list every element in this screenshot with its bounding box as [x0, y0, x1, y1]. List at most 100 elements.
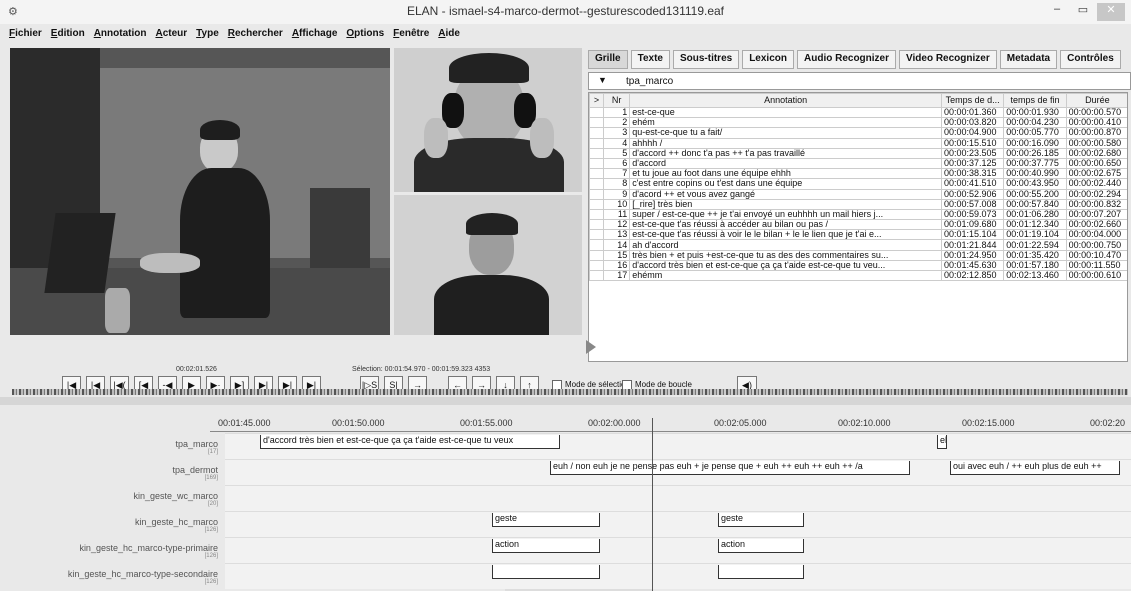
grid-cell-annotation[interactable]: est-ce-que t'as réussi à accéder au bila… — [629, 219, 942, 231]
tier-lane[interactable] — [225, 563, 1131, 589]
tier-label[interactable]: tpa_dermot [169] — [10, 465, 218, 481]
video-top-right[interactable] — [394, 48, 582, 192]
annotation-marco1[interactable]: d'accord très bien et est-ce-que ça ça t… — [260, 435, 560, 449]
grid-cell-nr[interactable]: 4 — [603, 137, 631, 149]
grid-cell-duration[interactable]: 00:00:02.294 — [1065, 188, 1127, 200]
grid-cell-duration[interactable]: 00:00:00.750 — [1065, 239, 1127, 251]
grid-cell-annotation[interactable]: ehém — [629, 117, 942, 129]
grid-cell-annotation[interactable]: qu-est-ce-que tu a fait/ — [629, 127, 942, 139]
grid-cell-annotation[interactable]: super / est-ce-que ++ je t'ai envoyé un … — [629, 208, 942, 221]
grid-cell-annotation[interactable]: [_rire] très bien — [629, 198, 942, 210]
tab-texte[interactable]: Texte — [630, 50, 670, 69]
grid-cell-duration[interactable]: 00:00:00.570 — [1065, 106, 1127, 119]
grid-row[interactable]: 17 ehémm 00:02:12.850 00:02:13.460 00:00:00.… — [589, 269, 1127, 282]
grid-cell-marker[interactable] — [589, 117, 605, 129]
grid-row[interactable]: 11 super / est-ce-que ++ je t'ai envoyé u… — [589, 208, 1127, 221]
grid-cell-nr[interactable]: 8 — [603, 178, 631, 190]
video-main[interactable] — [10, 48, 390, 335]
grid-header-start[interactable]: Temps de d... — [940, 93, 1005, 108]
grid-cell-nr[interactable]: 5 — [603, 147, 631, 159]
grid-row[interactable]: 2 ehém 00:00:03.820 00:00:04.230 00:00:00.41… — [589, 117, 1127, 129]
grid-cell-start[interactable]: 00:00:57.008 — [940, 198, 1005, 210]
grid-cell-annotation[interactable]: d'accord ++ donc t'a pas ++ t'a pas trav… — [629, 147, 942, 159]
grid-cell-annotation[interactable]: très bien + et puis +est-ce-que tu as de… — [629, 249, 942, 261]
grid-cell-end[interactable]: 00:01:57.180 — [1003, 259, 1067, 272]
grid-cell-start[interactable]: 00:01:21.844 — [940, 239, 1005, 251]
grid-row[interactable]: 5 d'accord ++ donc t'a pas ++ t'a pas tra… — [589, 147, 1127, 159]
grid-cell-duration[interactable]: 00:00:00.580 — [1065, 137, 1127, 149]
grid-cell-nr[interactable]: 10 — [603, 198, 631, 210]
grid-cell-end[interactable]: 00:00:55.200 — [1003, 188, 1067, 200]
grid-row[interactable]: 14 ah d'accord 00:01:21.844 00:01:22.594 00:… — [589, 239, 1127, 251]
grid-cell-annotation[interactable]: ah d'accord — [629, 239, 942, 251]
grid-cell-end[interactable]: 00:00:01.930 — [1003, 106, 1067, 119]
grid-cell-marker[interactable] — [589, 229, 605, 241]
grid-cell-annotation[interactable]: est-ce-que — [629, 106, 942, 119]
grid-cell-marker[interactable] — [589, 157, 605, 170]
grid-cell-nr[interactable]: 16 — [603, 259, 631, 272]
grid-row[interactable]: 7 et tu joue au foot dans une équipe ehhh… — [589, 168, 1127, 180]
grid-cell-end[interactable]: 00:01:35.420 — [1003, 249, 1067, 261]
grid-cell-end[interactable]: 00:00:40.990 — [1003, 168, 1067, 180]
grid-cell-annotation[interactable]: ehémm — [629, 269, 942, 282]
annotation-dermot2[interactable]: oui avec euh / ++ euh plus de euh ++ — [950, 461, 1120, 475]
grid-cell-marker[interactable] — [589, 208, 605, 221]
grid-cell-start[interactable]: 00:00:23.505 — [940, 147, 1005, 159]
menu-type[interactable]: Type — [196, 28, 219, 39]
tier-label[interactable]: tpa_marco [17] — [10, 439, 218, 455]
grid-cell-annotation[interactable]: d'acord ++ et vous avez gangé — [629, 188, 942, 200]
grid-row[interactable]: 15 très bien + et puis +est-ce-que tu as … — [589, 249, 1127, 261]
menu-acteur[interactable]: Acteur — [155, 28, 187, 39]
grid-cell-marker[interactable] — [589, 219, 605, 231]
grid-cell-marker[interactable] — [589, 168, 605, 180]
grid-cell-end[interactable]: 00:00:16.090 — [1003, 137, 1067, 149]
grid-cell-start[interactable]: 00:00:01.360 — [940, 106, 1005, 119]
video-bottom-right[interactable] — [394, 195, 582, 335]
grid-cell-end[interactable]: 00:00:37.775 — [1003, 157, 1067, 170]
grid-cell-duration[interactable]: 00:00:02.660 — [1065, 219, 1127, 231]
grid-cell-end[interactable]: 00:00:43.950 — [1003, 178, 1067, 190]
grid-cell-duration[interactable]: 00:00:00.410 — [1065, 117, 1127, 129]
grid-cell-duration[interactable]: 00:00:10.470 — [1065, 249, 1127, 261]
grid-cell-duration[interactable]: 00:00:07.207 — [1065, 208, 1127, 221]
grid-cell-start[interactable]: 00:02:12.850 — [940, 269, 1005, 282]
grid-cell-start[interactable]: 00:00:41.510 — [940, 178, 1005, 190]
annotation-empty[interactable] — [492, 565, 600, 579]
grid-cell-annotation[interactable]: ahhhh / — [629, 137, 942, 149]
grid-cell-end[interactable]: 00:01:19.104 — [1003, 229, 1067, 241]
grid-cell-duration[interactable]: 00:00:00.832 — [1065, 198, 1127, 210]
grid-cell-start[interactable]: 00:01:45.630 — [940, 259, 1005, 272]
menu-edition[interactable]: Edition — [51, 28, 85, 39]
grid-cell-start[interactable]: 00:00:59.073 — [940, 208, 1005, 221]
tier-lane[interactable] — [225, 485, 1131, 511]
menu-affichage[interactable]: Affichage — [292, 28, 338, 39]
grid-row[interactable]: 10 [_rire] très bien 00:00:57.008 00:00:57.… — [589, 198, 1127, 210]
grid-cell-marker[interactable] — [589, 259, 605, 272]
grid-cell-end[interactable]: 00:01:12.340 — [1003, 219, 1067, 231]
grid-cell-end[interactable]: 00:01:22.594 — [1003, 239, 1067, 251]
grid-cell-nr[interactable]: 9 — [603, 188, 631, 200]
grid-cell-marker[interactable] — [589, 239, 605, 251]
grid-cell-marker[interactable] — [589, 269, 605, 282]
grid-cell-start[interactable]: 00:00:15.510 — [940, 137, 1005, 149]
tier-label[interactable]: kin_geste_hc_marco-type-primaire [126] — [10, 543, 218, 559]
grid-cell-nr[interactable]: 12 — [603, 219, 631, 231]
menu-fenetre[interactable]: Fenêtre — [393, 28, 429, 39]
tab-metadata[interactable]: Metadata — [999, 50, 1058, 69]
grid-cell-nr[interactable]: 15 — [603, 249, 631, 261]
grid-cell-end[interactable]: 00:02:13.460 — [1003, 269, 1067, 282]
grid-cell-duration[interactable]: 00:00:00.610 — [1065, 269, 1127, 282]
grid-cell-duration[interactable]: 00:00:11.550 — [1065, 259, 1127, 272]
tier-label[interactable]: kin_geste_hc_marco [126] — [10, 517, 218, 533]
annotation-action2[interactable]: action — [718, 539, 804, 553]
grid-cell-start[interactable]: 00:00:52.906 — [940, 188, 1005, 200]
grid-header-end[interactable]: temps de fin — [1003, 93, 1067, 108]
annotation-empty[interactable] — [718, 565, 804, 579]
grid-cell-marker[interactable] — [589, 106, 605, 119]
timeline-scrollbar[interactable] — [0, 397, 1131, 405]
grid-cell-duration[interactable]: 00:00:02.680 — [1065, 147, 1127, 159]
dropdown-arrow-icon[interactable]: ▼ — [598, 75, 607, 85]
grid-cell-end[interactable]: 00:01:06.280 — [1003, 208, 1067, 221]
grid-cell-start[interactable]: 00:00:38.315 — [940, 168, 1005, 180]
grid-cell-nr[interactable]: 17 — [603, 269, 631, 282]
